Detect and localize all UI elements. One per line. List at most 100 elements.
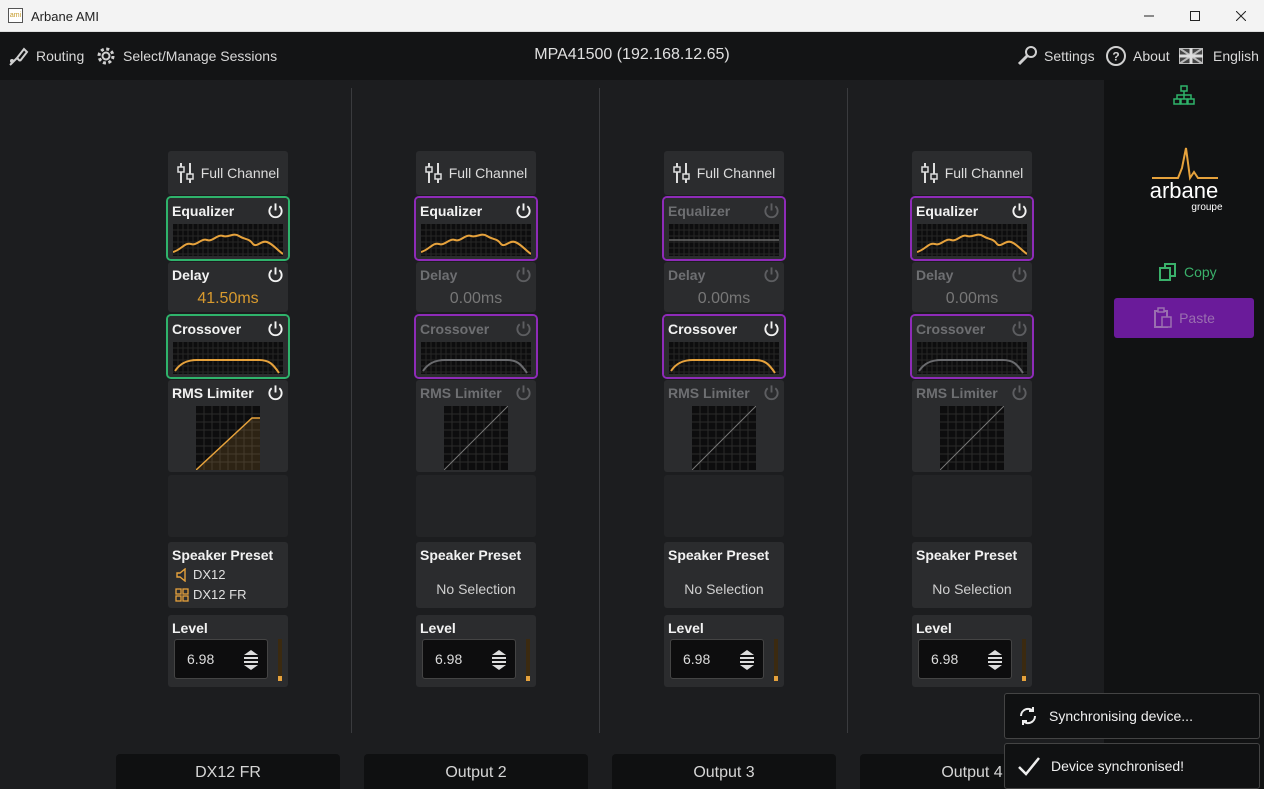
- delay-label: Delay: [172, 267, 210, 283]
- output-tab-1[interactable]: DX12 FR: [116, 754, 340, 789]
- level-value: 6.98: [435, 651, 463, 667]
- equalizer-block[interactable]: Equalizer: [416, 198, 536, 259]
- copy-button[interactable]: Copy: [1158, 262, 1217, 282]
- close-window-button[interactable]: [1218, 0, 1264, 32]
- power-icon[interactable]: [515, 266, 532, 283]
- rms-graph: [692, 406, 756, 470]
- crossover-block[interactable]: Crossover: [664, 316, 784, 377]
- crossover-graph: [173, 342, 283, 374]
- stepper-icon[interactable]: [243, 650, 259, 670]
- about-button[interactable]: ? About: [1105, 32, 1170, 80]
- delay-value: 0.00ms: [449, 290, 503, 307]
- equalizer-label: Equalizer: [172, 203, 235, 219]
- power-icon[interactable]: [515, 202, 532, 219]
- sliders-icon: [920, 163, 938, 183]
- speaker-preset-block[interactable]: Speaker Preset No Selection: [912, 542, 1032, 608]
- full-channel-button[interactable]: Full Channel: [664, 151, 784, 195]
- equalizer-label: Equalizer: [420, 203, 483, 219]
- power-icon[interactable]: [763, 202, 780, 219]
- level-value: 6.98: [683, 651, 711, 667]
- settings-button[interactable]: Settings: [1016, 32, 1095, 80]
- maximize-button[interactable]: [1172, 0, 1218, 32]
- settings-label: Settings: [1044, 48, 1095, 64]
- divider: [351, 88, 352, 733]
- delay-block[interactable]: Delay 0.00ms: [664, 262, 784, 312]
- power-icon[interactable]: [763, 384, 780, 401]
- rms-limiter-block[interactable]: RMS Limiter: [416, 380, 536, 472]
- language-label: English: [1213, 48, 1259, 64]
- power-icon[interactable]: [515, 320, 532, 337]
- minimize-button[interactable]: [1126, 0, 1172, 32]
- empty-slot: [912, 475, 1032, 537]
- full-channel-button[interactable]: Full Channel: [168, 151, 288, 195]
- wrench-icon: [1017, 46, 1037, 66]
- speaker-preset-label: Speaker Preset: [668, 547, 770, 563]
- power-icon[interactable]: [1011, 320, 1028, 337]
- level-input[interactable]: 6.98: [670, 639, 764, 679]
- delay-block[interactable]: Delay 0.00ms: [912, 262, 1032, 312]
- preset-no-selection: No Selection: [436, 581, 516, 597]
- speaker-preset-label: Speaker Preset: [172, 547, 274, 563]
- rms-limiter-label: RMS Limiter: [172, 385, 254, 401]
- toast-syncing: Synchronising device...: [1004, 693, 1260, 739]
- crossover-label: Crossover: [916, 321, 986, 337]
- empty-slot: [416, 475, 536, 537]
- level-value: 6.98: [931, 651, 959, 667]
- crossover-block[interactable]: Crossover: [168, 316, 288, 377]
- speaker-preset-block[interactable]: Speaker Preset DX12 DX12 FR: [168, 542, 288, 608]
- level-input[interactable]: 6.98: [174, 639, 268, 679]
- delay-label: Delay: [668, 267, 706, 283]
- network-icon[interactable]: [1173, 85, 1195, 105]
- equalizer-label: Equalizer: [916, 203, 979, 219]
- power-icon[interactable]: [763, 320, 780, 337]
- preset-config: DX12 FR: [193, 587, 247, 602]
- power-icon[interactable]: [763, 266, 780, 283]
- check-icon: [1018, 757, 1040, 776]
- level-label: Level: [172, 620, 208, 636]
- level-meter: [774, 639, 778, 681]
- full-channel-button[interactable]: Full Channel: [912, 151, 1032, 195]
- crossover-block[interactable]: Crossover: [416, 316, 536, 377]
- language-button[interactable]: English: [1179, 32, 1259, 80]
- power-icon[interactable]: [1011, 202, 1028, 219]
- delay-block[interactable]: Delay 41.50ms: [168, 262, 288, 312]
- power-icon[interactable]: [1011, 266, 1028, 283]
- level-input[interactable]: 6.98: [422, 639, 516, 679]
- app-icon: ami: [8, 8, 23, 23]
- delay-block[interactable]: Delay 0.00ms: [416, 262, 536, 312]
- paste-label: Paste: [1179, 310, 1215, 326]
- output-tab-2[interactable]: Output 2: [364, 754, 588, 789]
- power-icon[interactable]: [515, 384, 532, 401]
- paste-button[interactable]: Paste: [1114, 298, 1254, 338]
- stepper-icon[interactable]: [739, 650, 755, 670]
- crossover-graph: [669, 342, 779, 374]
- sliders-icon: [176, 163, 194, 183]
- power-icon[interactable]: [267, 320, 284, 337]
- power-icon[interactable]: [267, 202, 284, 219]
- rms-limiter-block[interactable]: RMS Limiter: [912, 380, 1032, 472]
- language-flag-icon: [1179, 48, 1203, 64]
- stepper-icon[interactable]: [987, 650, 1003, 670]
- power-icon[interactable]: [267, 384, 284, 401]
- preset-config-row[interactable]: DX12 FR: [175, 587, 246, 602]
- divider: [599, 88, 600, 733]
- level-input[interactable]: 6.98: [918, 639, 1012, 679]
- full-channel-button[interactable]: Full Channel: [416, 151, 536, 195]
- level-label: Level: [668, 620, 704, 636]
- copy-label: Copy: [1184, 264, 1217, 280]
- output-tab-3[interactable]: Output 3: [612, 754, 836, 789]
- speaker-preset-block[interactable]: Speaker Preset No Selection: [664, 542, 784, 608]
- preset-speaker-row[interactable]: DX12: [175, 567, 226, 582]
- stepper-icon[interactable]: [491, 650, 507, 670]
- power-icon[interactable]: [1011, 384, 1028, 401]
- rms-limiter-block[interactable]: RMS Limiter: [664, 380, 784, 472]
- rms-limiter-block[interactable]: RMS Limiter: [168, 380, 288, 472]
- equalizer-block[interactable]: Equalizer: [664, 198, 784, 259]
- crossover-block[interactable]: Crossover: [912, 316, 1032, 377]
- equalizer-block[interactable]: Equalizer: [912, 198, 1032, 259]
- power-icon[interactable]: [267, 266, 284, 283]
- speaker-preset-block[interactable]: Speaker Preset No Selection: [416, 542, 536, 608]
- eq-graph: [917, 224, 1027, 256]
- equalizer-block[interactable]: Equalizer: [168, 198, 288, 259]
- close-icon: [1236, 11, 1246, 21]
